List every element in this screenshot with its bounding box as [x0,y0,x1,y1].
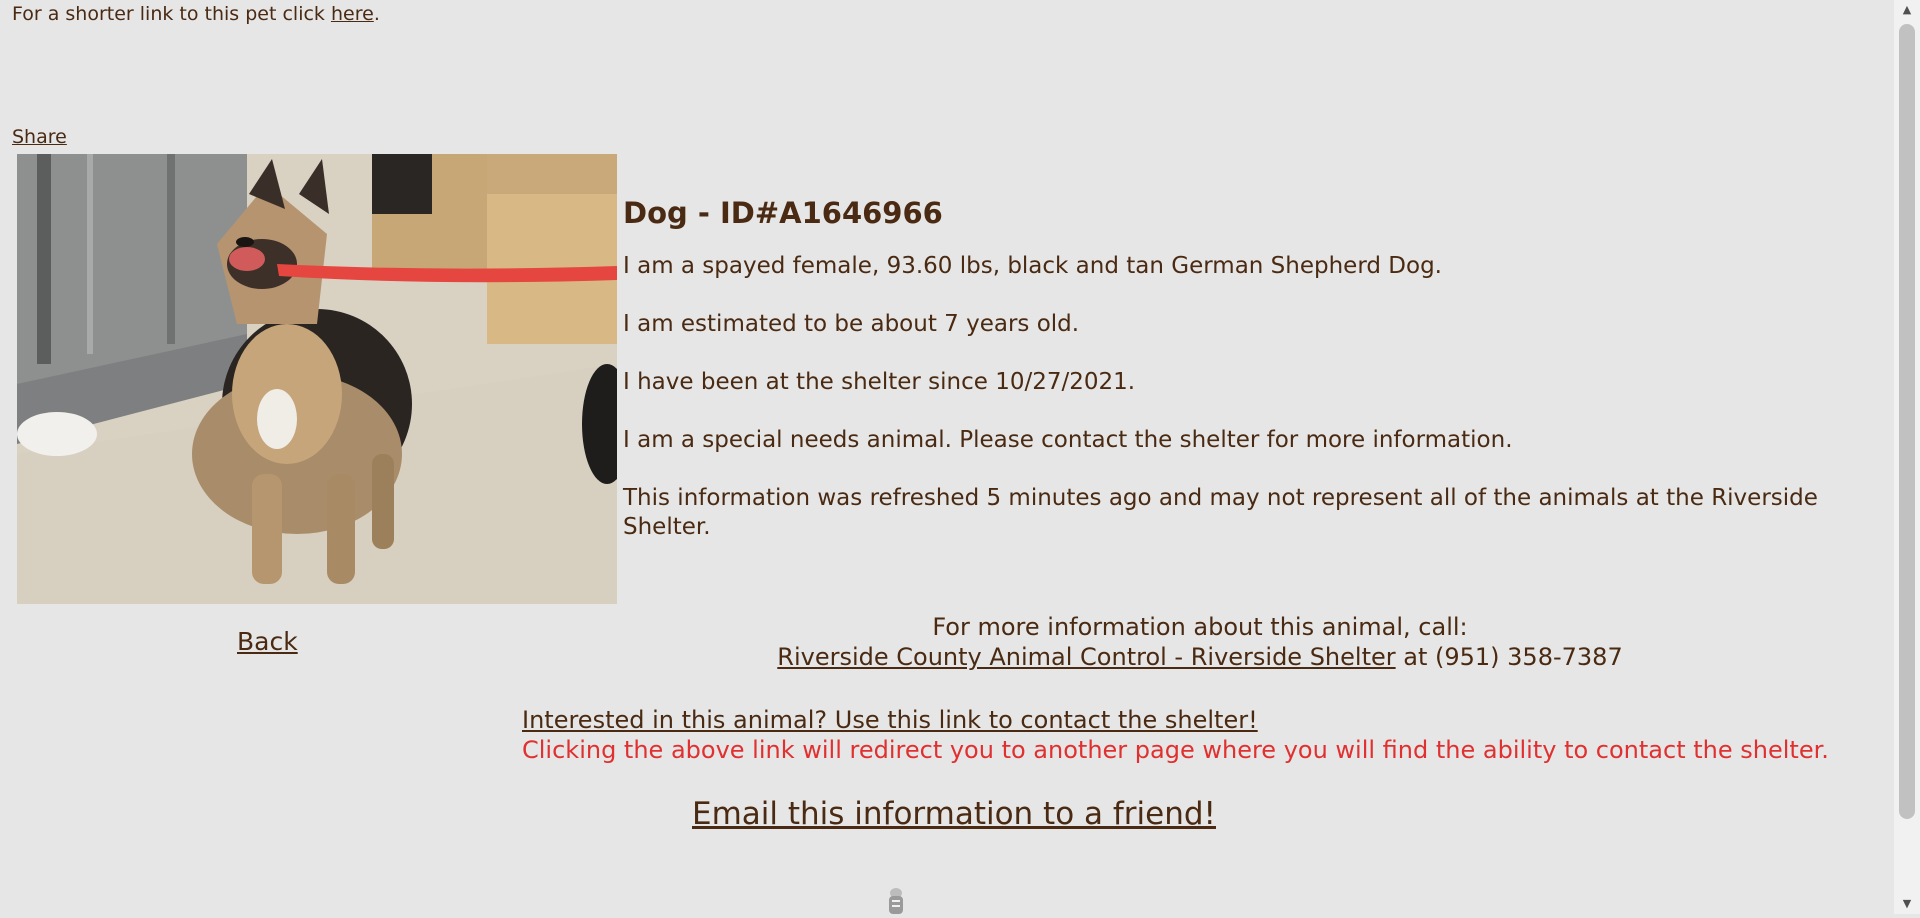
shelter-link[interactable]: Riverside County Animal Control - Rivers… [777,643,1395,671]
pet-photo [17,154,617,604]
contact-heading: For more information about this animal, … [932,613,1468,641]
vertical-scrollbar[interactable]: ▲ ▼ [1894,0,1920,914]
pet-intake-date: I have been at the shelter since 10/27/2… [623,369,1136,395]
short-link-suffix: . [373,3,380,25]
pet-description: I am a spayed female, 93.60 lbs, black a… [623,253,1442,279]
pet-age: I am estimated to be about 7 years old. [623,311,1080,337]
scrollbar-thumb[interactable] [1899,24,1915,819]
dog-photo-icon [17,154,617,604]
back-link[interactable]: Back [237,627,298,656]
contact-info: For more information about this animal, … [700,612,1700,672]
interest-block: Interested in this animal? Use this link… [522,705,1829,765]
shelter-phone: at (951) 358-7387 [1395,643,1623,671]
email-friend-link[interactable]: Email this information to a friend! [692,796,1216,832]
loading-spinner-icon [886,886,906,914]
redirect-notice: Clicking the above link will redirect yo… [522,736,1829,764]
contact-shelter-link[interactable]: Interested in this animal? Use this link… [522,706,1258,734]
contact-line: Riverside County Animal Control - Rivers… [700,642,1700,672]
pet-info: Dog - ID#A1646966 I am a spayed female, … [623,196,1893,571]
refresh-notice: This information was refreshed 5 minutes… [623,485,1818,540]
scroll-up-arrow-icon[interactable]: ▲ [1894,0,1920,20]
share-link[interactable]: Share [12,126,67,148]
pet-special-needs: I am a special needs animal. Please cont… [623,427,1513,453]
pet-title: Dog - ID#A1646966 [623,196,943,230]
short-link-line: For a shorter link to this pet click her… [12,3,380,25]
scroll-down-arrow-icon[interactable]: ▼ [1894,894,1920,914]
short-link-prefix: For a shorter link to this pet click [12,3,331,25]
short-link-here[interactable]: here [331,3,374,25]
